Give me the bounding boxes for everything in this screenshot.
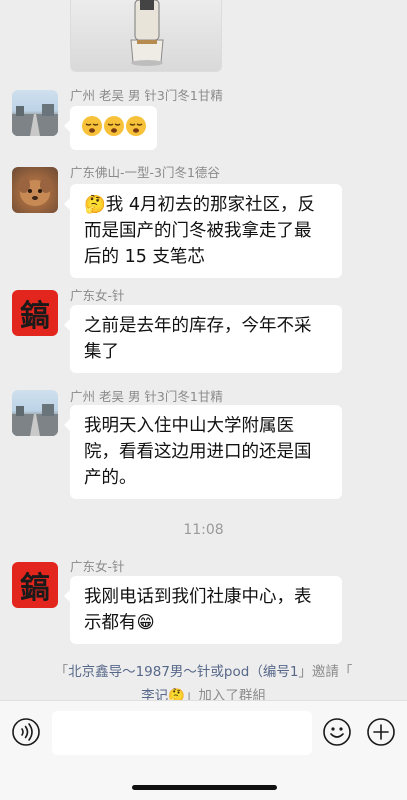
message-text-line: 示都有😁 — [84, 613, 155, 633]
sender-name: 广东女-针 — [70, 559, 125, 574]
avatar-character: 鎬 — [20, 299, 50, 334]
voice-button[interactable] — [11, 717, 41, 747]
avatar-foshan[interactable] — [12, 167, 58, 213]
invite-verb: 邀請「 — [311, 664, 353, 680]
avatar-laowu[interactable] — [12, 90, 58, 136]
message-text-line: 院，看看这边用进口的还是国 — [84, 442, 312, 462]
message-text-line: 我刚电话到我们社康中心，表 — [84, 587, 312, 607]
message-input[interactable] — [52, 711, 312, 755]
message-text-line: 后的 15 支笔芯 — [84, 247, 205, 267]
sender-name: 广东女-针 — [70, 288, 125, 303]
voice-icon — [12, 718, 40, 746]
home-indicator — [132, 785, 277, 790]
message-text-line: 之前是去年的库存，今年不采 — [84, 316, 312, 336]
message-bubble[interactable]: 之前是去年的库存，今年不采 集了 — [64, 305, 342, 373]
chat-screen: 广州 老吴 男 针3门冬1甘精 广东佛山-一型-3门冬1德谷 🤔我 4月初去的那… — [0, 0, 407, 800]
message-text-line: 集了 — [84, 342, 119, 362]
quote-close: 」 — [298, 664, 312, 680]
message-text-line: 产的。 — [84, 468, 137, 488]
message-bubble[interactable]: 我刚电话到我们社康中心，表 示都有😁 — [64, 576, 342, 644]
figure-image — [130, 0, 164, 66]
road-photo-icon — [12, 404, 58, 436]
inviter-link[interactable]: 北京鑫导～1987男～针或pod（编号1 — [68, 664, 298, 680]
sender-name: 广东佛山-一型-3门冬1德谷 — [70, 165, 220, 180]
emoji-icon — [323, 718, 351, 746]
road-photo-icon — [12, 104, 58, 136]
message-bubble[interactable]: 🤔我 4月初去的那家社区，反 而是国产的门冬被我拿走了最 后的 15 支笔芯 — [64, 184, 342, 278]
emoji-button[interactable] — [322, 717, 352, 747]
sleepy-face-emojis — [82, 116, 146, 136]
message-text-line: 🤔我 4月初去的那家社区，反 — [84, 195, 315, 215]
message-text-line: 而是国产的门冬被我拿走了最 — [84, 221, 312, 241]
image-message[interactable] — [70, 0, 222, 72]
dog-photo-icon — [18, 177, 52, 206]
sender-name: 广州 老吴 男 针3门冬1甘精 — [70, 389, 223, 404]
sender-name: 广州 老吴 男 针3门冬1甘精 — [70, 88, 223, 103]
quote-open: 「 — [54, 664, 69, 680]
message-bubble[interactable]: 我明天入住中山大学附属医 院，看看这边用进口的还是国 产的。 — [64, 405, 342, 499]
avatar-guangdong-woman[interactable]: 鎬 — [12, 290, 58, 336]
avatar-laowu[interactable] — [12, 390, 58, 436]
message-text-line: 我明天入住中山大学附属医 — [84, 416, 294, 436]
avatar-character: 鎬 — [20, 571, 50, 606]
timestamp: 11:08 — [183, 522, 224, 538]
more-button[interactable] — [366, 717, 396, 747]
plus-icon — [367, 718, 395, 746]
message-bubble[interactable] — [64, 106, 157, 150]
avatar-guangdong-woman[interactable]: 鎬 — [12, 562, 58, 608]
